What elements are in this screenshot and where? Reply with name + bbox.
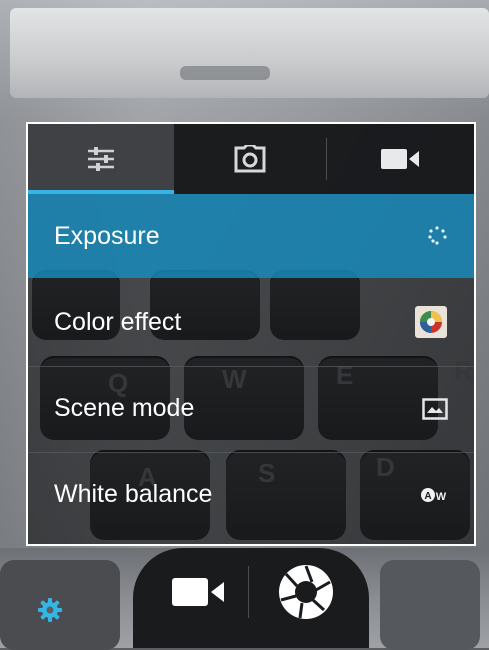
shutter-icon <box>279 565 333 619</box>
color-effect-icon <box>414 305 448 339</box>
shutter-button[interactable] <box>252 556 360 628</box>
settings-dot-icon <box>38 598 62 622</box>
tab-photo[interactable] <box>174 124 326 194</box>
scene-mode-icon <box>422 397 448 420</box>
tab-video[interactable] <box>326 124 474 194</box>
white-balance-auto-icon: A W <box>420 486 448 504</box>
camera-icon <box>234 145 266 173</box>
menu-item-label: Exposure <box>54 221 160 250</box>
menu-item-color-effect[interactable]: Color effect <box>28 280 474 364</box>
menu-item-white-balance[interactable]: White balance A W <box>28 452 474 536</box>
video-mode-button[interactable] <box>150 556 246 628</box>
svg-text:A: A <box>424 491 431 502</box>
sliders-icon <box>88 147 114 171</box>
settings-button[interactable] <box>36 596 64 624</box>
menu-item-label: White balance <box>54 480 213 508</box>
svg-text:W: W <box>436 491 447 503</box>
menu-item-exposure[interactable]: Exposure <box>28 194 474 278</box>
menu-item-label: Scene mode <box>54 394 195 422</box>
viewfinder-slot <box>180 66 270 80</box>
exposure-icon <box>426 225 448 247</box>
tab-settings[interactable] <box>28 124 174 194</box>
menu-item-label: Color effect <box>54 307 182 336</box>
camera-settings-popup: Exposure Color effect Scene mode White b… <box>26 122 476 546</box>
settings-tabbar <box>28 124 474 194</box>
mode-divider <box>248 566 249 618</box>
photo-key <box>380 560 480 650</box>
video-mode-icon <box>172 578 224 606</box>
menu-item-scene-mode[interactable]: Scene mode <box>28 366 474 450</box>
video-camera-icon <box>381 149 419 169</box>
viewfinder-top-surface <box>10 8 489 98</box>
